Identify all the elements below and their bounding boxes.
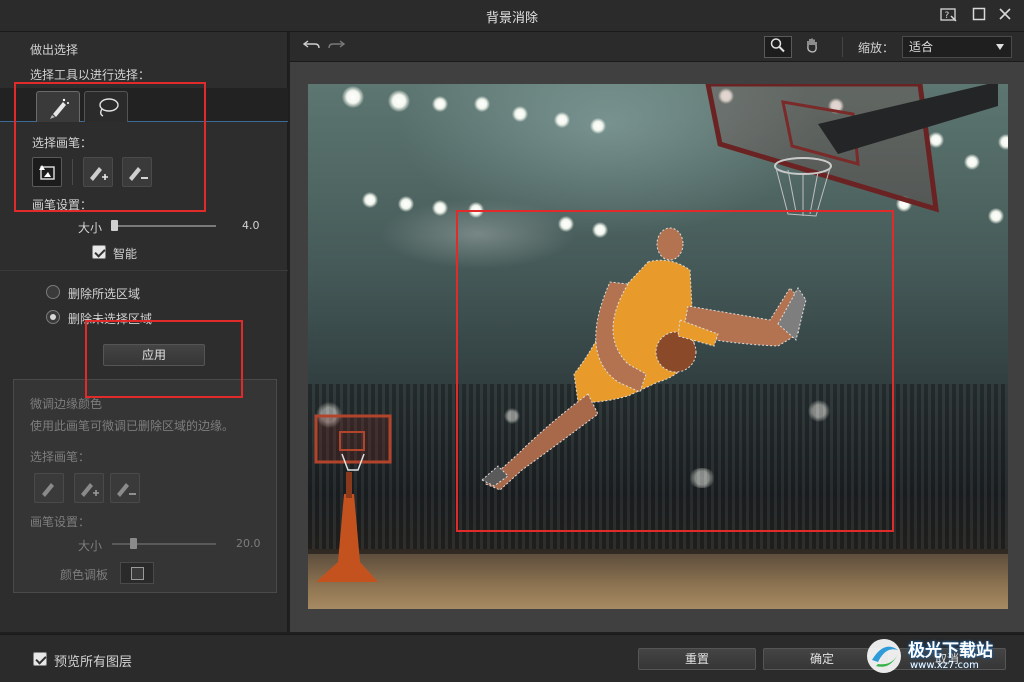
toolbar-separator bbox=[842, 37, 843, 57]
help-icon[interactable]: ? bbox=[940, 7, 958, 25]
fine-tune-panel: 微调边缘颜色 使用此画笔可微调已删除区域的边缘。 选择画笔： 画笔设置： 大小 … bbox=[13, 379, 277, 593]
chevron-down-icon bbox=[996, 44, 1004, 50]
size-slider-thumb[interactable] bbox=[111, 220, 118, 231]
title-bar: 背景消除 ? bbox=[0, 0, 1024, 32]
color-swatch bbox=[131, 567, 144, 580]
close-icon[interactable] bbox=[996, 7, 1014, 25]
image-canvas[interactable] bbox=[290, 62, 1024, 632]
annotation-box-player bbox=[456, 210, 894, 532]
zoom-value: 适合 bbox=[909, 40, 934, 54]
smart-checkbox[interactable] bbox=[92, 245, 106, 259]
fine-size-value: 20.0 bbox=[236, 537, 261, 550]
smart-label: 智能 bbox=[113, 247, 138, 261]
fine-brush-settings-label: 画笔设置： bbox=[30, 515, 91, 529]
watermark-text: 极光下载站 bbox=[908, 641, 993, 661]
magnifier-icon[interactable] bbox=[764, 36, 792, 58]
window-title: 背景消除 bbox=[485, 11, 538, 26]
arena-light bbox=[398, 196, 414, 212]
fine-brush-icon bbox=[42, 483, 54, 497]
size-label: 大小 bbox=[78, 221, 103, 235]
panel-divider bbox=[0, 270, 288, 271]
arena-light bbox=[362, 192, 378, 208]
hand-icon[interactable] bbox=[798, 36, 826, 58]
reset-button[interactable]: 重置 bbox=[638, 648, 756, 670]
arena-light bbox=[432, 200, 448, 216]
fine-size-slider bbox=[112, 543, 216, 545]
radio-delete-selected-label: 删除所选区域 bbox=[68, 287, 141, 301]
preview-all-layers-checkbox[interactable] bbox=[33, 652, 47, 666]
redo-icon[interactable] bbox=[322, 36, 350, 58]
fine-tune-description: 使用此画笔可微调已删除区域的边缘。 bbox=[30, 419, 235, 433]
arena-light bbox=[554, 112, 570, 128]
watermark-url: www.xz7.com bbox=[910, 660, 979, 671]
fine-subtract-brush-button bbox=[110, 473, 140, 503]
section-title: 做出选择 bbox=[30, 43, 79, 57]
arena-light bbox=[512, 106, 528, 122]
size-value: 4.0 bbox=[242, 219, 260, 232]
watermark-logo-icon bbox=[867, 639, 901, 673]
far-hoop bbox=[314, 414, 392, 582]
arena-light bbox=[432, 96, 448, 112]
canvas-toolbar: 缩放： 适合 bbox=[290, 32, 1024, 62]
select-tool-label: 选择工具以进行选择： bbox=[30, 68, 151, 82]
court-floor bbox=[308, 554, 1008, 609]
fine-size-slider-thumb bbox=[130, 538, 137, 549]
size-slider[interactable] bbox=[112, 225, 216, 227]
annotation-box-apply bbox=[85, 320, 243, 398]
radio-delete-selected[interactable] bbox=[46, 285, 60, 299]
basketball-photo[interactable] bbox=[308, 84, 1008, 609]
color-palette-button bbox=[120, 562, 154, 584]
arena-light bbox=[342, 86, 364, 108]
fine-subtract-brush-icon bbox=[117, 483, 136, 497]
palette-label: 颜色调板 bbox=[60, 568, 109, 582]
arena-light bbox=[474, 96, 490, 112]
annotation-box-tools bbox=[14, 82, 206, 212]
preview-all-layers-label: 预览所有图层 bbox=[54, 655, 133, 670]
arena-light bbox=[388, 90, 410, 112]
maximize-icon[interactable] bbox=[970, 7, 988, 25]
fine-add-brush-button bbox=[74, 473, 104, 503]
fine-add-brush-icon bbox=[81, 483, 99, 497]
watermark: 极光下载站 www.xz7.com bbox=[864, 632, 1022, 680]
zoom-select[interactable]: 适合 bbox=[902, 36, 1012, 58]
fine-size-label: 大小 bbox=[78, 539, 103, 553]
radio-delete-unselected[interactable] bbox=[46, 310, 60, 324]
fine-brush-label: 选择画笔： bbox=[30, 450, 91, 464]
arena-light bbox=[590, 118, 606, 134]
svg-text:?: ? bbox=[945, 11, 950, 21]
fine-brush-button bbox=[34, 473, 64, 503]
zoom-label: 缩放： bbox=[858, 41, 895, 55]
